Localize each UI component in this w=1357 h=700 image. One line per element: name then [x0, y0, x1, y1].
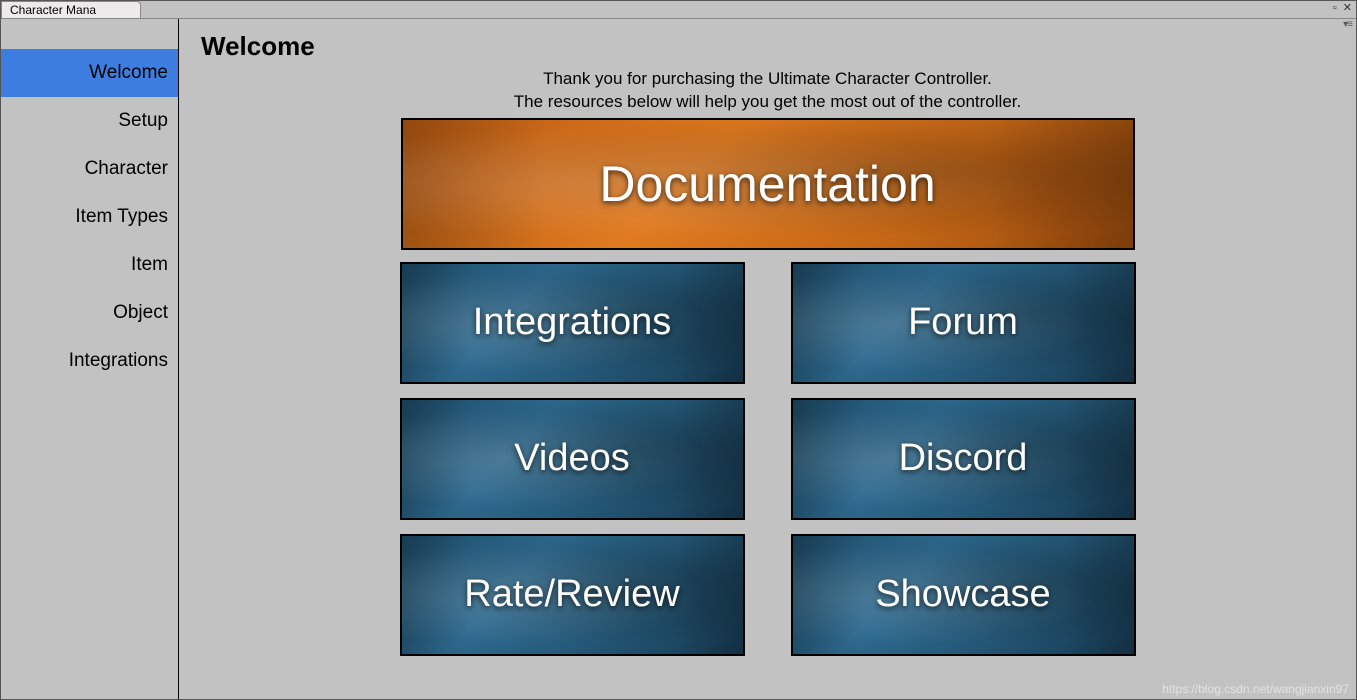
- intro-text: Thank you for purchasing the Ultimate Ch…: [199, 68, 1336, 114]
- main-panel: Welcome Thank you for purchasing the Ult…: [179, 19, 1356, 699]
- card-label: Forum: [908, 301, 1018, 344]
- editor-window: Character Mana ▫ ✕ ▾≡ Welcome Setup Char…: [0, 0, 1357, 700]
- card-showcase[interactable]: Showcase: [791, 534, 1136, 656]
- intro-line-1: Thank you for purchasing the Ultimate Ch…: [199, 68, 1336, 91]
- sidebar: Welcome Setup Character Item Types Item …: [1, 19, 179, 699]
- sidebar-item-integrations[interactable]: Integrations: [1, 337, 178, 385]
- cards-grid: Integrations Forum Videos Discord Rate/R…: [400, 262, 1136, 656]
- sidebar-item-label: Object: [113, 302, 168, 324]
- sidebar-item-label: Character: [85, 158, 168, 180]
- dock-menu-icon[interactable]: ▾≡: [1343, 19, 1352, 30]
- card-label: Integrations: [473, 301, 672, 344]
- sidebar-item-label: Setup: [118, 110, 168, 132]
- window-tab-label: Character Mana: [10, 3, 96, 17]
- sidebar-item-label: Item: [131, 254, 168, 276]
- sidebar-item-label: Item Types: [75, 206, 168, 228]
- card-label: Discord: [899, 437, 1028, 480]
- intro-line-2: The resources below will help you get th…: [199, 91, 1336, 114]
- sidebar-item-object[interactable]: Object: [1, 289, 178, 337]
- card-label: Showcase: [875, 573, 1050, 616]
- maximize-icon[interactable]: ▫: [1333, 2, 1337, 14]
- card-label: Videos: [514, 437, 630, 480]
- card-forum[interactable]: Forum: [791, 262, 1136, 384]
- sidebar-item-label: Integrations: [69, 350, 168, 372]
- card-label: Rate/Review: [464, 573, 679, 616]
- close-icon[interactable]: ✕: [1343, 1, 1352, 14]
- titlebar: Character Mana ▫ ✕ ▾≡: [1, 1, 1356, 19]
- card-videos[interactable]: Videos: [400, 398, 745, 520]
- window-tab[interactable]: Character Mana: [1, 1, 141, 18]
- cards-area: Documentation Integrations Forum Videos …: [199, 118, 1336, 656]
- sidebar-item-character[interactable]: Character: [1, 145, 178, 193]
- sidebar-item-item[interactable]: Item: [1, 241, 178, 289]
- window-controls: ▫ ✕: [1333, 1, 1352, 14]
- sidebar-item-item-types[interactable]: Item Types: [1, 193, 178, 241]
- body: Welcome Setup Character Item Types Item …: [1, 19, 1356, 699]
- card-integrations[interactable]: Integrations: [400, 262, 745, 384]
- card-label: Documentation: [599, 155, 935, 213]
- card-documentation[interactable]: Documentation: [401, 118, 1135, 250]
- sidebar-item-label: Welcome: [89, 62, 168, 84]
- card-discord[interactable]: Discord: [791, 398, 1136, 520]
- page-title: Welcome: [201, 31, 1336, 62]
- sidebar-item-setup[interactable]: Setup: [1, 97, 178, 145]
- card-rate-review[interactable]: Rate/Review: [400, 534, 745, 656]
- sidebar-item-welcome[interactable]: Welcome: [1, 49, 178, 97]
